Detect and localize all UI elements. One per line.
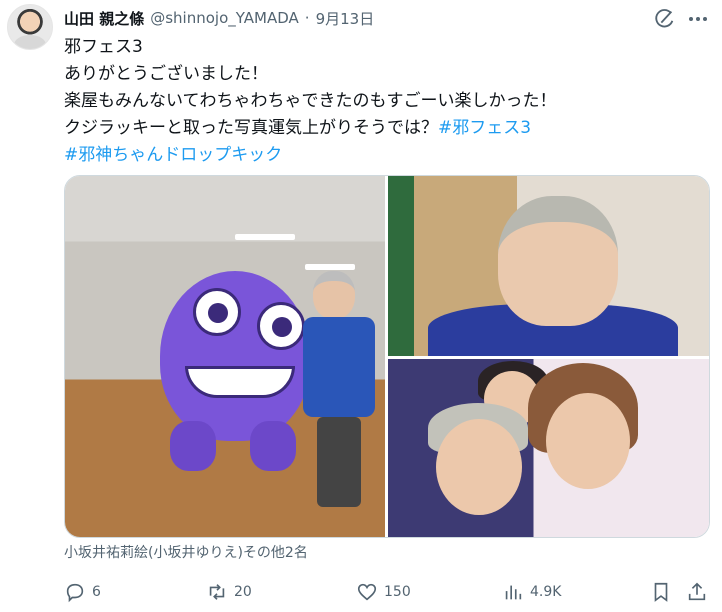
bookmark-icon xyxy=(654,582,668,602)
views-button[interactable]: 4.9K xyxy=(502,576,561,608)
bookmark-button[interactable] xyxy=(650,576,672,608)
repost-count: 20 xyxy=(234,584,252,600)
repost-button[interactable]: 20 xyxy=(206,576,252,608)
author-name[interactable]: 山田 親之條 xyxy=(64,8,144,29)
share-icon xyxy=(688,582,706,601)
like-button[interactable]: 150 xyxy=(356,576,411,608)
media-caption[interactable]: 小坂井祐莉絵(小坂井ゆりえ)その他2名 xyxy=(64,542,308,562)
post-date[interactable]: 9月13日 xyxy=(316,8,375,29)
avatar[interactable] xyxy=(7,4,53,50)
post-line: 邪フェス3 xyxy=(64,37,143,57)
grok-icon[interactable] xyxy=(654,8,676,30)
views-count: 4.9K xyxy=(530,584,562,600)
post-header: 山田 親之條 @shinnojo_YAMADA · 9月13日 xyxy=(64,6,662,30)
post-line: ありがとうございました！ xyxy=(64,64,268,84)
hashtag-link[interactable]: #邪神ちゃんドロップキック xyxy=(64,145,282,165)
post-text: 邪フェス3 ありがとうございました！ 楽屋もみんないてわちゃわちゃできたのもすご… xyxy=(64,34,714,169)
reply-icon xyxy=(66,583,84,603)
author-handle[interactable]: @shinnojo_YAMADA xyxy=(150,9,299,27)
media-grid xyxy=(64,175,710,538)
post-line: クジラッキーと取った写真運気上がりそうでは？#邪フェス3 xyxy=(64,115,714,142)
like-icon xyxy=(357,583,377,601)
action-bar: 6 20 150 4.9K xyxy=(58,576,718,608)
repost-icon xyxy=(209,584,225,600)
photo-mascot[interactable] xyxy=(65,176,385,537)
reply-button[interactable]: 6 xyxy=(64,576,101,608)
reply-count: 6 xyxy=(92,584,101,600)
more-icon[interactable] xyxy=(686,8,710,30)
like-count: 150 xyxy=(384,584,411,600)
separator: · xyxy=(304,9,310,27)
photo-group[interactable] xyxy=(388,359,709,537)
post-line-text: クジラッキーと取った写真運気上がりそうでは？ xyxy=(64,118,438,138)
hashtag-link[interactable]: #邪フェス3 xyxy=(438,118,531,138)
share-button[interactable] xyxy=(686,576,708,608)
photo-selfie[interactable] xyxy=(388,176,709,356)
post-line: 楽屋もみんないてわちゃわちゃできたのもすごーい楽しかった！ xyxy=(64,91,557,111)
views-icon xyxy=(505,585,522,600)
